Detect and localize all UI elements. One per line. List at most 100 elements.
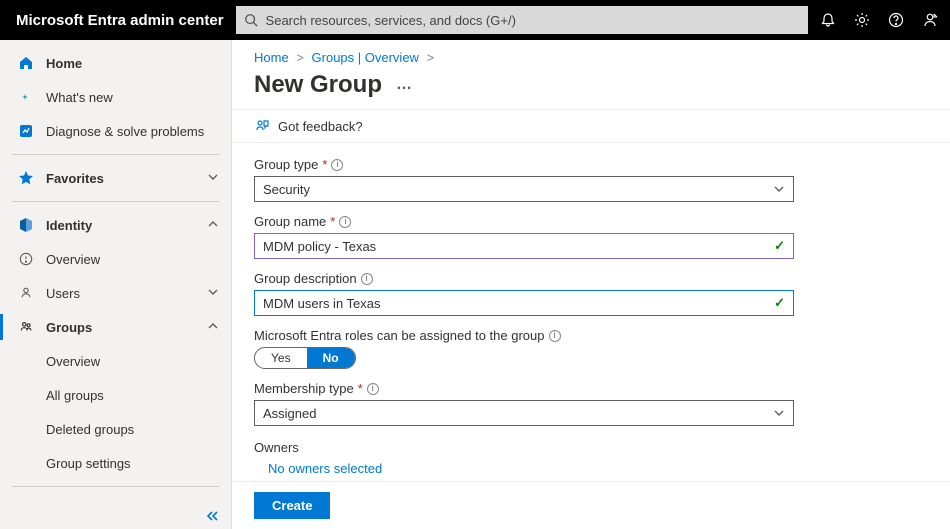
help-icon[interactable] [888,12,904,28]
sidebar-label-g-all: All groups [46,388,104,403]
required-marker: * [322,157,327,172]
more-menu-icon[interactable]: … [396,76,414,94]
sidebar-label-g-deleted: Deleted groups [46,422,134,437]
membership-value: Assigned [263,406,316,421]
sidebar-item-group-settings[interactable]: Group settings [0,446,231,480]
sidebar-label-whatsnew: What's new [46,90,113,105]
bell-icon[interactable] [820,12,836,28]
required-marker: * [330,214,335,229]
sidebar-item-overview[interactable]: Overview [0,242,231,276]
sidebar: Home What's new Diagnose & solve problem… [0,40,232,529]
toggle-no[interactable]: No [307,348,355,368]
overview-icon [18,251,34,267]
chevron-up-icon [207,503,219,504]
sidebar-item-favorites[interactable]: Favorites [0,161,231,195]
group-desc-value: MDM users in Texas [263,296,381,311]
groups-icon [18,319,34,335]
owners-heading: Owners [254,440,928,455]
main-panel: Home > Groups | Overview > New Group … G… [232,40,950,529]
sidebar-label-g-overview: Overview [46,354,100,369]
brand-label: Microsoft Entra admin center [16,12,224,29]
label-group-type: Group type [254,157,318,172]
sidebar-separator [12,154,219,155]
chevron-down-icon [207,286,219,301]
sidebar-item-identity[interactable]: Identity [0,208,231,242]
star-icon [18,170,34,186]
chevron-up-icon [207,320,219,335]
required-marker: * [358,381,363,396]
double-chevron-left-icon [205,509,219,523]
toggle-yes[interactable]: Yes [255,348,307,368]
sidebar-label-users: Users [46,286,80,301]
group-name-input[interactable]: MDM policy - Texas ✓ [254,233,794,259]
valid-check-icon: ✓ [774,295,785,311]
label-group-name: Group name [254,214,326,229]
chevron-up-icon [207,218,219,233]
sidebar-item-whatsnew[interactable]: What's new [0,80,231,114]
chevron-down-icon [207,171,219,186]
breadcrumb-home[interactable]: Home [254,50,289,65]
feedback-icon [254,118,270,134]
membership-type-select[interactable]: Assigned [254,400,794,426]
form-area: Group type * i Security Group name * i M… [232,143,950,481]
sidebar-separator [12,486,219,487]
gear-icon[interactable] [854,12,870,28]
info-icon[interactable]: i [549,330,561,342]
label-entra-roles: Microsoft Entra roles can be assigned to… [254,328,545,343]
feedback-label: Got feedback? [278,119,363,134]
info-icon[interactable]: i [367,383,379,395]
diagnose-icon [18,123,34,139]
sidebar-label-home: Home [46,56,82,71]
footer: Create [232,481,950,529]
info-icon[interactable]: i [361,273,373,285]
got-feedback-button[interactable]: Got feedback? [254,118,363,134]
search-icon [244,13,258,27]
label-group-desc: Group description [254,271,357,286]
search-input[interactable] [266,13,800,28]
breadcrumb-groups[interactable]: Groups | Overview [312,50,419,65]
chevron-down-icon [773,407,785,419]
command-bar: Got feedback? [232,109,950,143]
group-desc-input[interactable]: MDM users in Texas ✓ [254,290,794,316]
sidebar-item-home[interactable]: Home [0,46,231,80]
sidebar-collapse[interactable] [0,503,231,529]
learn-icon [18,502,34,503]
sidebar-item-groups-overview[interactable]: Overview [0,344,231,378]
info-icon[interactable]: i [331,159,343,171]
breadcrumb-separator: > [296,50,304,65]
users-icon [18,285,34,301]
sidebar-item-all-groups[interactable]: All groups [0,378,231,412]
sidebar-item-users[interactable]: Users [0,276,231,310]
top-icons [820,12,938,28]
sidebar-item-groups[interactable]: Groups [0,310,231,344]
sidebar-label-overview: Overview [46,252,100,267]
valid-check-icon: ✓ [774,238,785,254]
group-type-select[interactable]: Security [254,176,794,202]
label-membership: Membership type [254,381,354,396]
sparkle-icon [18,89,34,105]
create-button[interactable]: Create [254,492,330,519]
identity-icon [18,217,34,233]
no-owners-link[interactable]: No owners selected [254,461,928,476]
group-name-value: MDM policy - Texas [263,239,376,254]
sidebar-label-diagnose: Diagnose & solve problems [46,124,204,139]
chevron-down-icon [773,183,785,195]
sidebar-item-deleted-groups[interactable]: Deleted groups [0,412,231,446]
top-bar: Microsoft Entra admin center [0,0,950,40]
sidebar-label-identity: Identity [46,218,92,233]
account-icon[interactable] [922,12,938,28]
info-icon[interactable]: i [339,216,351,228]
entra-roles-toggle[interactable]: Yes No [254,347,356,369]
sidebar-item-learn[interactable]: Learn & support [0,493,231,503]
sidebar-separator [12,201,219,202]
breadcrumb-separator: > [427,50,435,65]
breadcrumb: Home > Groups | Overview > [232,40,950,67]
sidebar-label-learn: Learn & support [46,503,146,504]
sidebar-label-groups: Groups [46,320,92,335]
sidebar-label-favorites: Favorites [46,171,104,186]
page-title: New Group [254,71,382,99]
sidebar-label-g-settings: Group settings [46,456,131,471]
search-box[interactable] [236,6,808,34]
sidebar-item-diagnose[interactable]: Diagnose & solve problems [0,114,231,148]
group-type-value: Security [263,182,310,197]
